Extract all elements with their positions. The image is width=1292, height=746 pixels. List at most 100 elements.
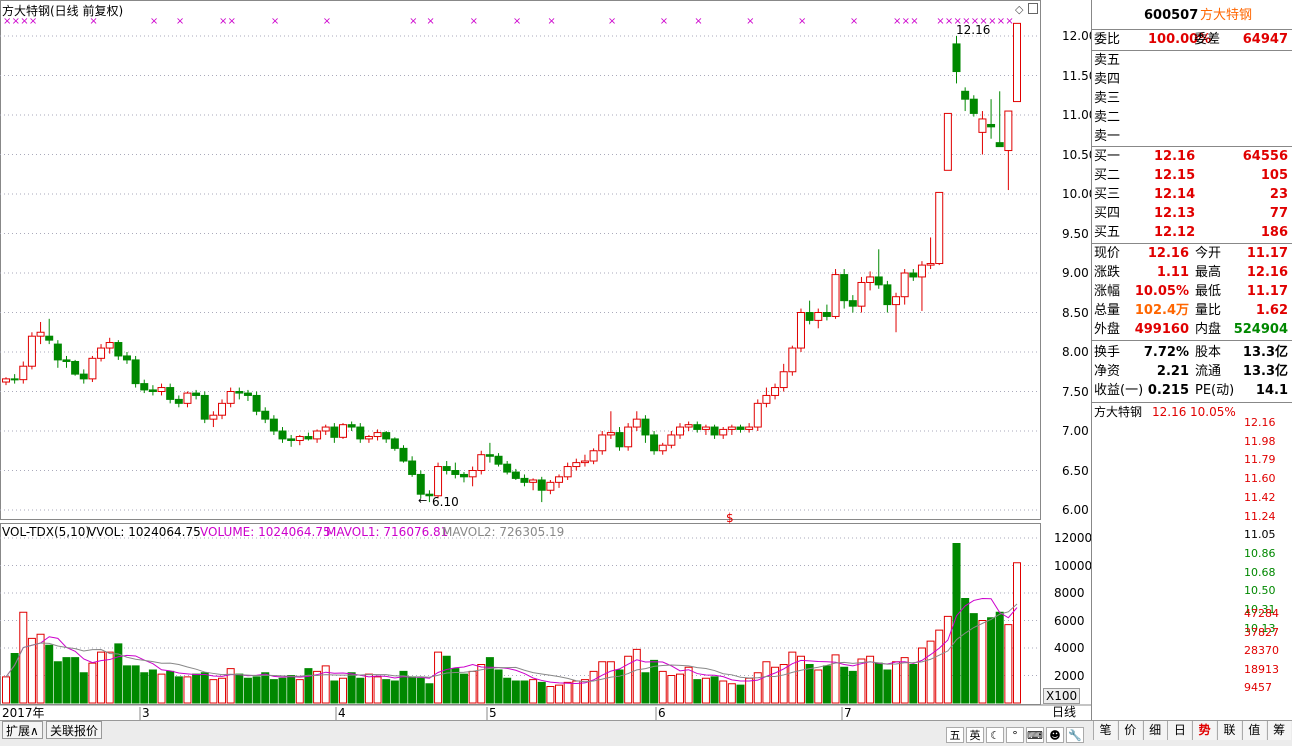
book-price: 12.16: [1154, 149, 1196, 164]
tab-expand[interactable]: 扩展∧: [2, 721, 43, 739]
candle: [624, 423, 633, 451]
candle: [874, 249, 883, 289]
price-tick: 6.50: [1062, 463, 1089, 478]
buy-row[interactable]: 买五 12.12 186: [1094, 223, 1290, 242]
dot-icon[interactable]: °: [1006, 727, 1024, 743]
right-tab[interactable]: 价: [1117, 721, 1142, 740]
candle: [537, 476, 546, 503]
candle: [822, 304, 831, 321]
candle: [390, 437, 399, 451]
vol-legend-mavol1: MAVOL1: 716076.81: [326, 525, 449, 539]
cross-marker: ×: [746, 16, 754, 27]
volume-bar: [278, 677, 287, 704]
candle: [693, 421, 702, 433]
buy-row[interactable]: 买四 12.13 77: [1094, 204, 1290, 223]
stat-value: 1.11: [1156, 265, 1189, 280]
candle: [667, 431, 676, 449]
stat-row: 外盘 499160 内盘 524904: [1094, 320, 1290, 339]
candle: [848, 295, 857, 313]
candle: [218, 399, 227, 420]
candle: [36, 321, 45, 345]
candle: [148, 385, 157, 396]
volume-tick: 10000: [1054, 558, 1093, 573]
buy-row[interactable]: 买一 12.16 64556: [1094, 147, 1290, 166]
candle: [45, 318, 54, 345]
right-tab[interactable]: 势: [1192, 721, 1217, 740]
buy-row[interactable]: 买二 12.15 105: [1094, 166, 1290, 185]
stat-value: 11.17: [1246, 246, 1288, 261]
stat-value: 102.4万: [1134, 303, 1189, 318]
candle: [71, 359, 80, 376]
volume-bar: [451, 668, 460, 704]
volume-bar: [459, 673, 468, 704]
candle: [459, 472, 468, 483]
candle: [727, 424, 736, 435]
candle: [805, 300, 814, 325]
candle: [183, 391, 192, 408]
mini-tick: 10.50: [1244, 584, 1276, 598]
book-label: 卖四: [1094, 72, 1121, 87]
candle: [831, 269, 840, 319]
window-toggle-icon[interactable]: [1028, 3, 1038, 14]
mini-price: 12.16: [1152, 405, 1187, 419]
volume-bar: [45, 644, 54, 704]
volume-bar: [114, 643, 123, 704]
volume-bar: [27, 637, 36, 704]
candle: [122, 352, 131, 364]
moon-icon[interactable]: ☾: [986, 727, 1004, 743]
stat-row: 涨幅 10.05% 最低 11.17: [1094, 282, 1290, 301]
buy-row[interactable]: 买三 12.14 23: [1094, 185, 1290, 204]
volume-tick: 8000: [1054, 586, 1085, 600]
book-volume: 64556: [1242, 149, 1288, 164]
volume-bar: [36, 633, 45, 704]
stat-label: 最低: [1195, 284, 1222, 299]
volume-bar: [2, 676, 10, 704]
mini-vol-tick: 28370: [1244, 644, 1279, 657]
sell-row[interactable]: 卖二: [1094, 108, 1290, 127]
cross-marker: ×: [798, 16, 806, 27]
period-label[interactable]: 日线: [1052, 705, 1076, 719]
volume-bar: [909, 664, 918, 704]
candle: [174, 395, 183, 408]
volume-bar: [926, 640, 935, 704]
user-icon[interactable]: ☻: [1046, 727, 1064, 743]
right-tab[interactable]: 笔: [1093, 721, 1117, 740]
volume-bar: [339, 677, 347, 704]
right-tab[interactable]: 细: [1142, 721, 1167, 740]
tab-related-quote[interactable]: 关联报价: [46, 721, 103, 739]
right-tab[interactable]: 联: [1217, 721, 1241, 740]
stat-label: 收益(一): [1094, 383, 1144, 398]
volume-bar: [676, 673, 684, 704]
stat-label: 最高: [1195, 265, 1222, 280]
candle: [840, 269, 849, 309]
right-tab[interactable]: 筹: [1266, 721, 1291, 740]
keyboard-icon[interactable]: ⌨: [1026, 727, 1044, 743]
candle: [356, 423, 365, 443]
wrench-icon[interactable]: 🔧: [1066, 727, 1084, 743]
sell-row[interactable]: 卖三: [1094, 89, 1290, 108]
right-tab[interactable]: 值: [1241, 721, 1266, 740]
mini-tick: 11.79: [1244, 453, 1276, 467]
candle: [339, 423, 347, 439]
right-tab[interactable]: 日: [1167, 721, 1192, 740]
candle: [771, 383, 780, 400]
volume-bar: [382, 679, 391, 704]
candle: [563, 462, 572, 480]
volume-bar: [987, 617, 996, 704]
ime-english-icon[interactable]: 英: [966, 727, 984, 743]
candle: [252, 391, 261, 416]
candle: [287, 434, 296, 447]
cross-marker: ×: [271, 16, 279, 27]
sell-row[interactable]: 卖五: [1094, 51, 1290, 70]
sell-row[interactable]: 卖一: [1094, 127, 1290, 146]
ime-wubi-icon[interactable]: 五: [946, 727, 964, 743]
sell-row[interactable]: 卖四: [1094, 70, 1290, 89]
candle: [736, 424, 745, 433]
volume-bar: [848, 670, 857, 704]
candle: [555, 474, 564, 488]
stat-value: 524904: [1233, 322, 1288, 337]
cross-marker: ×: [150, 16, 158, 27]
cross-marker: ×: [228, 16, 236, 27]
candle: [243, 389, 252, 401]
volume-bar: [814, 669, 823, 704]
